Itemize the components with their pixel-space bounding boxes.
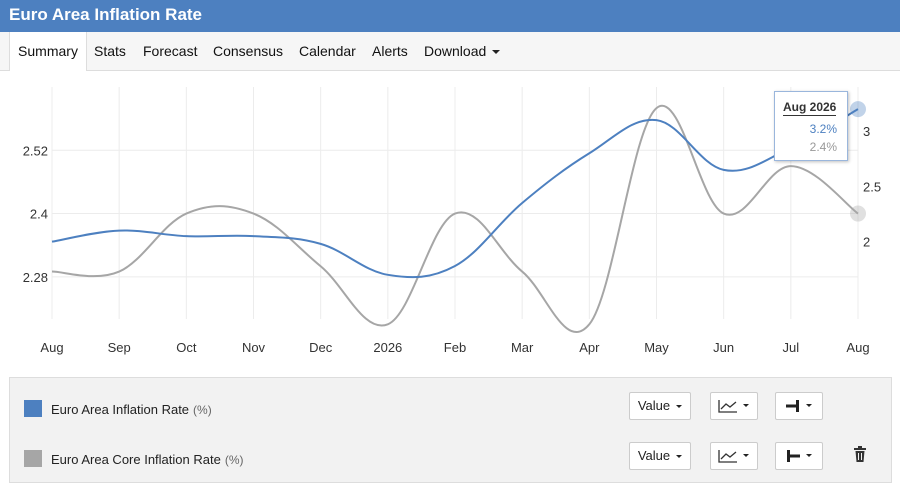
right-axis-tick-label: 2 [863,235,870,250]
series-unit: (%) [193,403,212,417]
chart-tooltip: Aug 2026 3.2% 2.4% [774,91,848,161]
chevron-down-icon [676,455,683,459]
x-axis-tick-label: May [644,340,669,355]
x-axis-tick-label: Jul [783,340,800,355]
left-axis-tick-label: 2.4 [30,207,48,222]
left-axis-icon [787,450,800,462]
tab-stats[interactable]: Stats [94,32,126,70]
series-name-text: Euro Area Core Inflation Rate [51,452,221,467]
tooltip-date: Aug 2026 [783,100,837,116]
page-title: Euro Area Inflation Rate [9,5,203,24]
line-chart-icon [718,400,737,413]
right-axis-tick-label: 3 [863,124,870,139]
x-axis-tick-label: Feb [444,340,466,355]
trash-icon[interactable] [851,445,869,463]
x-axis-tick-label: Aug [846,340,869,355]
chevron-down-icon [492,50,501,55]
tab-consensus[interactable]: Consensus [213,32,283,70]
tab-download-label: Download [424,43,487,59]
chevron-down-icon [806,404,812,407]
chart-area: 2.28 2.4 2.52 2 2.5 3 Aug Sep Oct Nov Dec 2026 Feb Ma… [0,71,900,377]
chevron-down-icon [806,454,812,457]
x-axis-tick-label: 2026 [373,340,402,355]
x-axis-tick-label: Aug [40,340,63,355]
right-axis-tick-label: 2.5 [863,179,881,194]
x-axis-tick-label: Sep [108,340,131,355]
tab-forecast[interactable]: Forecast [143,32,197,70]
x-axis-tick-label: Nov [242,340,266,355]
series-unit: (%) [224,453,244,467]
chevron-down-icon [743,404,749,407]
chevron-down-icon [743,454,749,457]
tab-bar: Summary Stats Forecast Consensus Calenda… [0,32,900,71]
tab-summary[interactable]: Summary [9,32,87,71]
series-color-swatch[interactable] [24,450,42,467]
series-color-swatch[interactable] [24,400,42,417]
legend-row: Euro Area Core Inflation Rate (%) Value [10,432,891,482]
x-axis-tick-label: Oct [176,340,197,355]
value-dropdown-button[interactable]: Value [629,442,691,470]
title-bar: Euro Area Inflation Rate [0,0,900,32]
value-dropdown-button[interactable]: Value [629,392,691,420]
tooltip-value-2: 2.4% [809,140,837,154]
chart-type-dropdown-button[interactable] [710,442,758,470]
value-dropdown-label: Value [637,398,671,413]
series-name: Euro Area Inflation Rate (%) [51,402,212,417]
axis-dropdown-button[interactable] [775,392,823,420]
series-name: Euro Area Core Inflation Rate (%) [51,452,244,467]
line-chart-icon [718,450,737,463]
series-legend: Euro Area Inflation Rate (%) Value Euro A… [9,377,892,483]
left-axis-tick-label: 2.52 [23,143,48,158]
tab-download[interactable]: Download [424,32,501,70]
series-hover-marker [850,101,866,118]
chart-type-dropdown-button[interactable] [710,392,758,420]
tab-alerts[interactable]: Alerts [372,32,408,70]
line-chart: 2.28 2.4 2.52 2 2.5 3 Aug Sep Oct Nov Dec 2026 Feb Ma… [23,87,881,355]
right-axis-icon [786,400,799,412]
x-axis-tick-label: Apr [579,340,600,355]
series-name-text: Euro Area Inflation Rate [51,402,190,417]
x-axis-tick-label: Dec [309,340,333,355]
legend-row: Euro Area Inflation Rate (%) Value [10,381,891,431]
axis-dropdown-button[interactable] [775,442,823,470]
tab-calendar[interactable]: Calendar [299,32,356,70]
chevron-down-icon [676,405,683,409]
x-axis-tick-label: Mar [511,340,534,355]
left-axis-tick-label: 2.28 [23,270,48,285]
series-hover-marker [850,205,866,222]
value-dropdown-label: Value [637,448,671,463]
tooltip-value-1: 3.2% [809,122,837,136]
x-axis-tick-label: Jun [713,340,734,355]
